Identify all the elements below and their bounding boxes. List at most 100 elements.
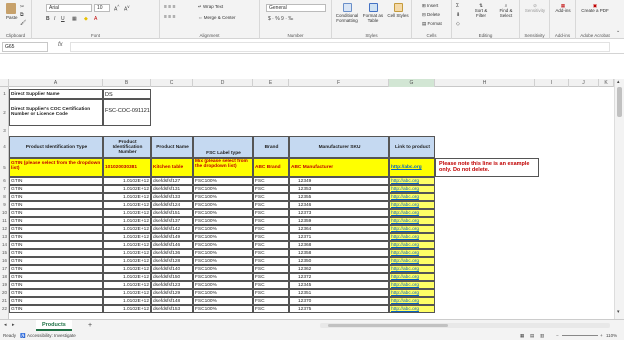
row-brand[interactable]: FSC [253,281,289,289]
row-label[interactable]: FSC100% [193,281,253,289]
row-link[interactable]: http://abc.org [389,289,435,297]
row-name[interactable]: dsefdsfsf151 [151,209,193,217]
row-label[interactable]: FSC100% [193,241,253,249]
row-brand[interactable]: FSC [253,217,289,225]
row-brand[interactable]: FSC [253,201,289,209]
row-link[interactable]: http://abc.org [389,249,435,257]
row-label[interactable]: FSC100% [193,177,253,185]
row-header[interactable]: 19 [0,281,9,289]
row-name[interactable]: dsefdsfsf142 [151,225,193,233]
scroll-down-icon[interactable]: ▾ [617,309,620,315]
row-sku[interactable]: 12346 [289,201,389,209]
normal-view-icon[interactable]: ▦ [520,331,524,340]
row-type[interactable]: GTIN [9,201,103,209]
row-sku[interactable]: 12368 [289,241,389,249]
col-header-c[interactable]: C [151,79,193,87]
find-select-button[interactable]: ⌕ Find & Select [494,3,518,18]
row-link[interactable]: http://abc.org [389,185,435,193]
row-label[interactable]: FSC100% [193,225,253,233]
row-type[interactable]: GTIN [9,265,103,273]
sort-filter-button[interactable]: ⇅ Sort & Filter [470,3,492,18]
col-header-g[interactable]: G [389,79,435,87]
row-brand[interactable]: FSC [253,265,289,273]
sensitivity-button[interactable]: ⊘ Sensitivity [522,3,548,13]
addins-button[interactable]: ▦ Add-ins [552,3,574,13]
col-header-f[interactable]: F [289,79,389,87]
row-brand[interactable]: FSC [253,177,289,185]
row-brand[interactable]: FSC [253,289,289,297]
row-header[interactable]: 11 [0,217,9,225]
row-header[interactable]: 13 [0,233,9,241]
row-label[interactable]: FSC100% [193,265,253,273]
row-label[interactable]: FSC100% [193,217,253,225]
add-sheet-button[interactable]: + [88,322,92,329]
align-left-icon[interactable]: ≡ ≡ ≡ [164,14,176,20]
example-sku[interactable]: ABC Manufacturer [289,158,389,177]
tab-products[interactable]: Products [36,320,72,331]
example-brand[interactable]: ABC Brand [253,158,289,177]
row-header[interactable]: 10 [0,209,9,217]
col-header-h[interactable]: H [435,79,535,87]
delete-button[interactable]: ⊟ Delete [422,12,440,17]
row-type[interactable]: GTIN [9,257,103,265]
example-number[interactable]: 101020030381 [103,158,151,177]
row-type[interactable]: GTIN [9,249,103,257]
row-name[interactable]: dsefdsfsf123 [151,281,193,289]
row-header[interactable]: 17 [0,265,9,273]
row-link[interactable]: http://abc.org [389,177,435,185]
row-link[interactable]: http://abc.org [389,225,435,233]
row-link[interactable]: http://abc.org [389,209,435,217]
row-type[interactable]: GTIN [9,209,103,217]
row-header[interactable]: 18 [0,273,9,281]
row-name[interactable]: dsefdsfsf146 [151,241,193,249]
row-name[interactable]: dsefdsfsf150 [151,273,193,281]
example-link[interactable]: http://abc.org [389,158,435,177]
col-header-e[interactable]: E [253,79,289,87]
row-sku[interactable]: 12364 [289,225,389,233]
autosum-icon[interactable]: Σ [456,3,459,9]
row-type[interactable]: GTIN [9,177,103,185]
create-pdf-button[interactable]: ▣ Create a PDF [580,3,610,13]
font-size-select[interactable]: 10 [94,4,110,12]
shrink-font-icon[interactable]: Av [124,4,129,13]
font-color-icon[interactable]: A [94,16,97,22]
worksheet-grid[interactable]: Direct Supplier Name DS Direct Supplier'… [9,87,612,319]
row-label[interactable]: FSC100% [193,201,253,209]
row-header[interactable]: 7 [0,185,9,193]
underline-icon[interactable]: U [61,16,65,22]
row-number[interactable]: 1.0102E+12 [103,305,151,313]
row-name[interactable]: dsefdsfsf127 [151,177,193,185]
row-type[interactable]: GTIN [9,289,103,297]
row-sku[interactable]: 12371 [289,233,389,241]
col-header-a[interactable]: A [9,79,103,87]
col-header-k[interactable]: K [599,79,614,87]
font-name-select[interactable]: Arial [46,4,92,12]
row-header[interactable]: 3 [0,126,9,136]
col-header-d[interactable]: D [193,79,253,87]
row-link[interactable]: http://abc.org [389,217,435,225]
conditional-formatting-button[interactable]: Conditional Formatting [334,3,360,23]
row-label[interactable]: FSC100% [193,305,253,313]
row-number[interactable]: 1.0102E+12 [103,257,151,265]
row-link[interactable]: http://abc.org [389,233,435,241]
name-box[interactable]: G65 [2,42,48,52]
row-header[interactable]: 6 [0,177,9,185]
fill-color-icon[interactable]: ◆ [84,16,88,22]
row-link[interactable]: http://abc.org [389,257,435,265]
row-number[interactable]: 1.0102E+12 [103,225,151,233]
row-sku[interactable]: 12370 [289,297,389,305]
paste-button[interactable]: Paste [6,3,18,20]
row-name[interactable]: dsefdsfsf133 [151,193,193,201]
row-type[interactable]: GTIN [9,273,103,281]
row-link[interactable]: http://abc.org [389,281,435,289]
row-sku[interactable]: 12359 [289,217,389,225]
row-type[interactable]: GTIN [9,241,103,249]
row-link[interactable]: http://abc.org [389,265,435,273]
row-number[interactable]: 1.0102E+12 [103,193,151,201]
insert-button[interactable]: ⊞ Insert [422,3,438,8]
row-link[interactable]: http://abc.org [389,297,435,305]
row-header[interactable]: 4 [0,136,9,158]
zoom-level[interactable]: 110% [606,331,617,340]
row-name[interactable]: dsefdsfsf153 [151,305,193,313]
row-label[interactable]: FSC100% [193,273,253,281]
